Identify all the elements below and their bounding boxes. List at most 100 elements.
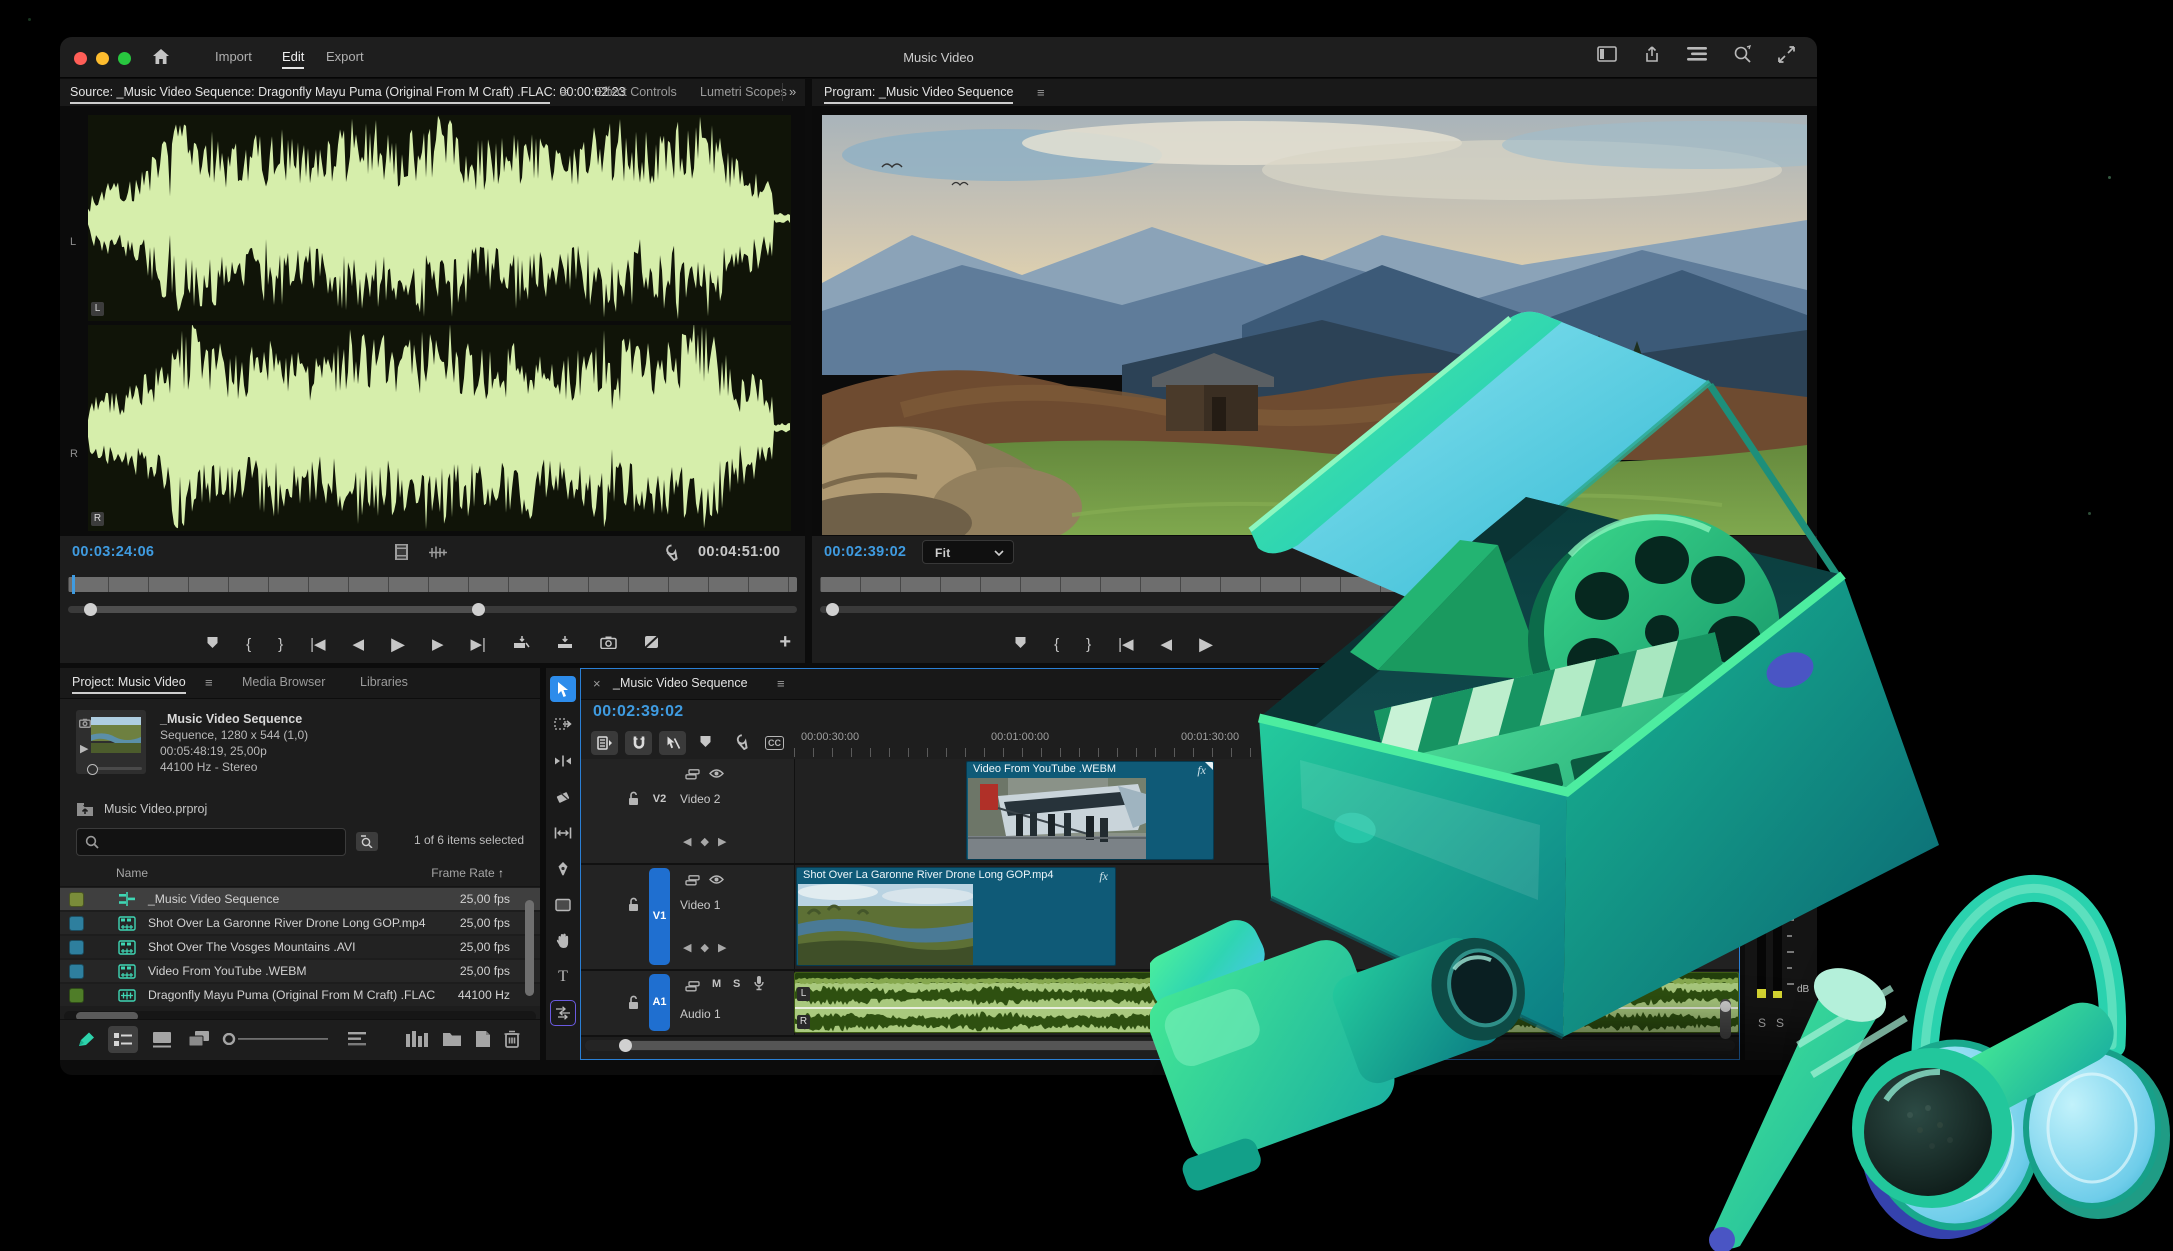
overwrite-icon[interactable]	[557, 635, 573, 653]
search-bin-button[interactable]	[356, 832, 378, 851]
keyframe-controls[interactable]: ◀◆▶	[683, 941, 735, 954]
freeform-view-icon[interactable]	[188, 1030, 212, 1049]
timeline-settings-wrench-icon[interactable]	[731, 733, 748, 755]
snap-button[interactable]	[625, 731, 652, 755]
step-forward-icon[interactable]: ▶	[432, 635, 444, 653]
clip-video-from-youtube[interactable]: Video From YouTube .WEBM fx	[966, 761, 1214, 860]
label-color-chip[interactable]	[69, 892, 84, 907]
ripple-edit-tool[interactable]	[550, 748, 576, 774]
drag-av-icon[interactable]	[644, 635, 659, 653]
add-marker-icon[interactable]	[1014, 636, 1027, 653]
workspaces-icon[interactable]	[1687, 47, 1707, 61]
delete-icon[interactable]	[504, 1030, 520, 1048]
mark-in-icon[interactable]: {	[1054, 636, 1059, 653]
tab-program[interactable]: Program: _Music Video Sequence	[824, 85, 1013, 104]
source-patch-icon[interactable]	[685, 873, 700, 891]
step-back-icon[interactable]: ◀	[1161, 635, 1173, 653]
source-mini-timeline[interactable]	[68, 577, 797, 592]
voiceover-mic-icon[interactable]	[753, 975, 765, 996]
project-file-label[interactable]: Music Video.prproj	[104, 802, 207, 816]
play-icon[interactable]: ▶	[1199, 634, 1213, 655]
timeline-horizontal-scrollbar[interactable]	[585, 1040, 1735, 1051]
list-item[interactable]: Shot Over The Vosges Mountains .AVI 25,0…	[60, 936, 540, 958]
column-header-name[interactable]: Name	[116, 866, 148, 880]
track-v1-name[interactable]: Video 1	[680, 898, 720, 912]
list-view-button[interactable]	[108, 1026, 138, 1053]
add-marker-icon[interactable]	[699, 735, 712, 753]
panel-layout-icon[interactable]	[1597, 46, 1617, 62]
go-to-in-icon[interactable]: |◀	[1118, 635, 1133, 653]
track-output-eye-icon[interactable]	[709, 872, 724, 890]
go-to-out-icon[interactable]: ▶|	[470, 635, 485, 653]
mark-out-icon[interactable]: }	[1086, 636, 1091, 653]
insert-icon[interactable]	[513, 635, 530, 653]
volume-rubber-band[interactable]	[795, 1007, 1738, 1009]
mark-in-icon[interactable]: {	[246, 636, 251, 653]
quick-search-icon[interactable]	[1733, 45, 1752, 63]
program-zoom-scrollbar[interactable]	[820, 606, 1809, 613]
button-editor-icon[interactable]: +	[779, 631, 791, 654]
project-vertical-scrollbar[interactable]	[525, 900, 534, 996]
panel-menu-icon[interactable]: ≡	[777, 676, 785, 691]
zoom-handle-left[interactable]	[84, 603, 97, 616]
play-icon[interactable]: ▶	[391, 634, 405, 655]
clip-shot-over-la-garonne[interactable]: Shot Over La Garonne River Drone Long GO…	[796, 867, 1116, 966]
list-item[interactable]: Shot Over La Garonne River Drone Long GO…	[60, 912, 540, 934]
meter-solo-right[interactable]: S	[1776, 1016, 1784, 1030]
panel-menu-icon[interactable]: ≡	[1037, 85, 1045, 100]
timeline-vertical-scrollbar[interactable]	[1720, 999, 1731, 1039]
zoom-level-dropdown[interactable]: Fit	[922, 540, 1014, 564]
pen-tool[interactable]	[550, 856, 576, 882]
zoom-handle-right[interactable]	[472, 603, 485, 616]
search-input[interactable]	[76, 828, 346, 856]
track-a1-name[interactable]: Audio 1	[680, 1007, 721, 1021]
clip-audio-flac[interactable]: L R	[794, 972, 1739, 1033]
zoom-handle-left[interactable]	[826, 603, 839, 616]
drag-audio-icon[interactable]	[428, 546, 448, 563]
project-writable-icon[interactable]	[76, 1031, 96, 1049]
source-playhead[interactable]	[72, 575, 75, 594]
rectangle-tool[interactable]	[550, 892, 576, 918]
panel-menu-icon[interactable]: ≡	[560, 85, 568, 100]
lock-icon[interactable]	[627, 897, 640, 917]
scroll-handle-left[interactable]	[619, 1039, 632, 1052]
captions-icon[interactable]: CC	[765, 736, 784, 750]
tab-lumetri-scopes[interactable]: Lumetri Scopes	[700, 85, 787, 99]
source-patch-icon[interactable]	[685, 979, 700, 997]
add-marker-icon[interactable]	[206, 636, 219, 653]
step-back-icon[interactable]: ◀	[353, 635, 365, 653]
lock-icon[interactable]	[627, 995, 640, 1015]
tab-project[interactable]: Project: Music Video	[72, 675, 186, 694]
track-v2-id[interactable]: V2	[649, 791, 670, 807]
project-readout-icon[interactable]	[406, 1031, 428, 1047]
preview-play-icon[interactable]: ▶	[80, 742, 88, 755]
tab-media-browser[interactable]: Media Browser	[242, 675, 325, 689]
nest-source-button[interactable]	[591, 731, 618, 755]
icon-view-icon[interactable]	[152, 1031, 172, 1048]
tab-libraries[interactable]: Libraries	[360, 675, 408, 689]
track-v1-id[interactable]: V1	[649, 868, 670, 965]
list-item[interactable]: _Music Video Sequence 25,00 fps	[60, 888, 540, 910]
preview-thumbnail[interactable]: ▶	[76, 710, 146, 774]
sort-icon[interactable]	[348, 1032, 366, 1046]
meter-solo-left[interactable]: S	[1758, 1016, 1766, 1030]
fullscreen-icon[interactable]	[1778, 46, 1795, 63]
linked-selection-button[interactable]	[659, 731, 686, 755]
program-mini-timeline[interactable]	[820, 577, 1809, 592]
close-icon[interactable]: ×	[593, 676, 601, 691]
source-zoom-scrollbar[interactable]	[68, 606, 797, 613]
go-to-in-icon[interactable]: |◀	[310, 635, 325, 653]
scroll-handle-right[interactable]	[1157, 1039, 1170, 1052]
tab-overflow-icon[interactable]: »	[789, 84, 796, 99]
label-color-chip[interactable]	[69, 916, 84, 931]
track-select-forward-tool[interactable]	[550, 712, 576, 738]
timeline-timecode[interactable]: 00:02:39:02	[593, 703, 683, 721]
preview-scrubber[interactable]	[89, 767, 142, 770]
selection-tool[interactable]	[550, 676, 576, 702]
mute-button[interactable]: M	[712, 978, 721, 990]
track-output-eye-icon[interactable]	[709, 766, 724, 784]
settings-wrench-icon[interactable]	[660, 543, 678, 565]
tab-timeline-sequence[interactable]: _Music Video Sequence	[613, 676, 748, 690]
keyframe-controls[interactable]: ◀◆▶	[683, 835, 735, 848]
drag-video-icon[interactable]	[395, 544, 408, 564]
